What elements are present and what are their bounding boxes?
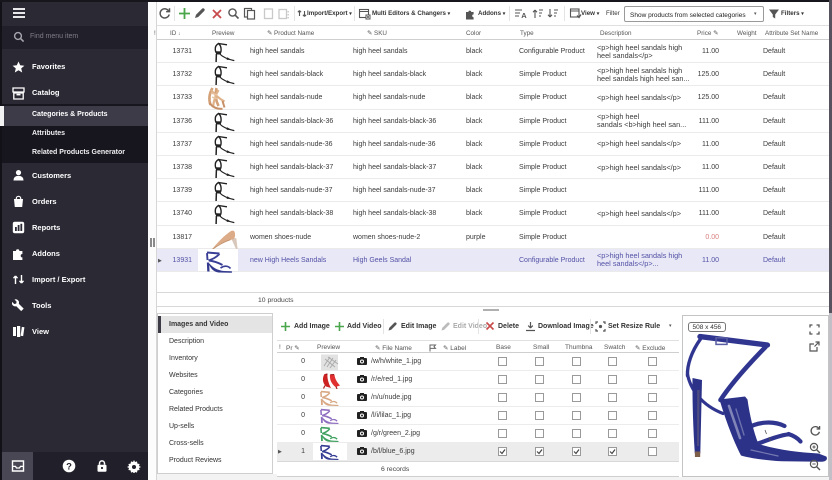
- svg-text:A: A: [521, 11, 527, 19]
- svg-text:?: ?: [66, 461, 72, 472]
